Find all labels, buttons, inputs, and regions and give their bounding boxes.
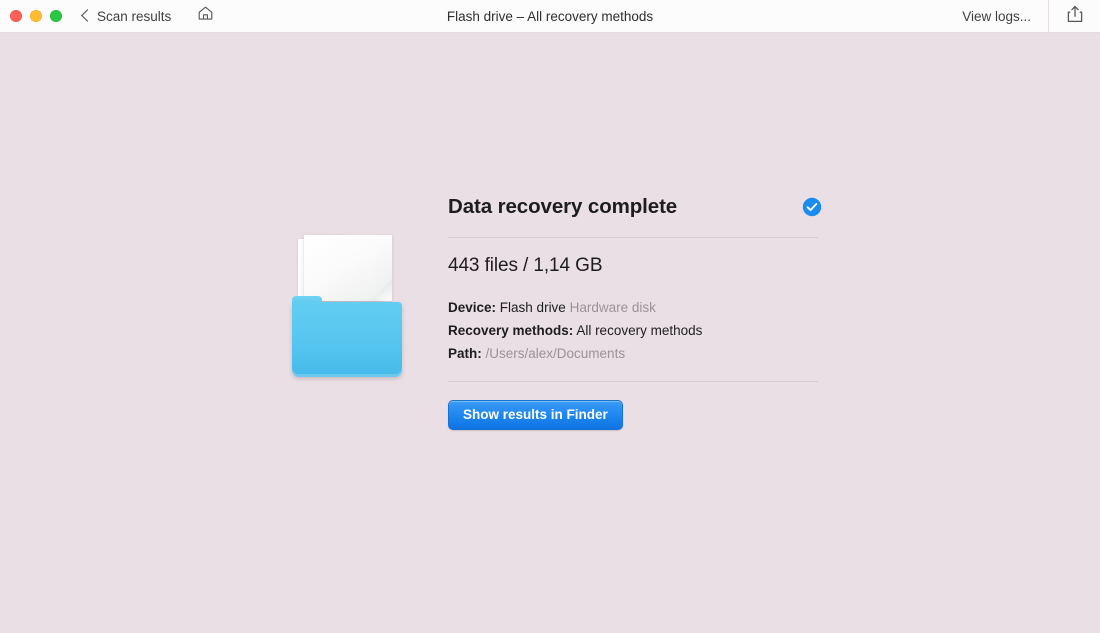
home-button[interactable] bbox=[197, 5, 214, 27]
view-logs-button[interactable]: View logs... bbox=[962, 9, 1048, 24]
check-circle-icon bbox=[802, 197, 822, 217]
metadata-note-device: Hardware disk bbox=[569, 300, 656, 315]
metadata-row-recovery-methods: Recovery methods: All recovery methods bbox=[448, 319, 822, 342]
metadata-value-path: /Users/alex/Documents bbox=[485, 346, 626, 361]
show-results-in-finder-button[interactable]: Show results in Finder bbox=[448, 400, 623, 430]
document-page-front bbox=[304, 235, 392, 301]
home-icon bbox=[197, 5, 214, 27]
recovery-summary: 443 files / 1,14 GB bbox=[448, 255, 603, 276]
header-divider bbox=[448, 237, 818, 238]
metadata-label-path: Path: bbox=[448, 346, 482, 361]
metadata-label-recovery-methods: Recovery methods: bbox=[448, 323, 574, 338]
recovery-metadata-list: Device: Flash drive Hardware disk Recove… bbox=[448, 296, 822, 365]
close-window-button[interactable] bbox=[10, 10, 22, 22]
folder-body bbox=[292, 302, 402, 377]
result-header-row: Data recovery complete bbox=[448, 193, 822, 221]
recovery-result-panel: Data recovery complete 443 files / 1,14 … bbox=[292, 193, 822, 430]
metadata-value-device: Flash drive bbox=[499, 300, 566, 315]
back-button[interactable]: Scan results bbox=[81, 8, 172, 24]
metadata-row-device: Device: Flash drive Hardware disk bbox=[448, 296, 822, 319]
metadata-value-recovery-methods: All recovery methods bbox=[576, 323, 703, 338]
result-details-column: Data recovery complete 443 files / 1,14 … bbox=[402, 193, 822, 430]
traffic-lights bbox=[0, 10, 62, 22]
share-icon bbox=[1067, 5, 1083, 28]
chevron-left-icon bbox=[81, 9, 94, 22]
minimize-window-button[interactable] bbox=[30, 10, 42, 22]
zoom-window-button[interactable] bbox=[50, 10, 62, 22]
window-titlebar: Scan results Flash drive – All recovery … bbox=[0, 0, 1100, 33]
folder-with-documents-icon bbox=[292, 227, 402, 377]
metadata-label-device: Device: bbox=[448, 300, 497, 315]
page-title: Data recovery complete bbox=[448, 195, 678, 218]
share-button[interactable] bbox=[1049, 0, 1100, 33]
titlebar-right-controls: View logs... bbox=[962, 0, 1100, 33]
content-area: Data recovery complete 443 files / 1,14 … bbox=[0, 33, 1100, 633]
back-button-label: Scan results bbox=[97, 8, 172, 24]
page-curl-corner bbox=[370, 279, 392, 301]
metadata-row-path: Path: /Users/alex/Documents bbox=[448, 342, 822, 365]
